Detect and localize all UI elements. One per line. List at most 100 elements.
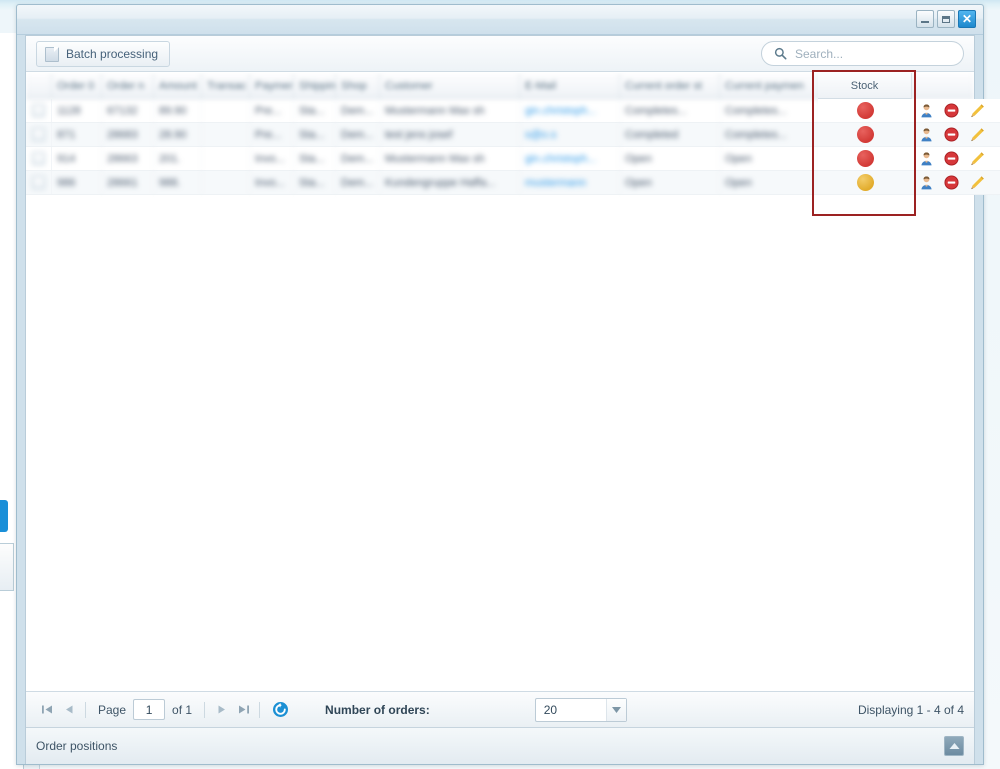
delete-icon[interactable]	[944, 150, 960, 167]
stock-red-icon	[856, 126, 874, 143]
first-page-button[interactable]	[36, 699, 58, 721]
table-cell: Open	[720, 147, 818, 170]
table-cell: Completes...	[720, 123, 818, 146]
search-icon	[774, 47, 787, 60]
order-positions-footer: Order positions	[26, 727, 974, 764]
page-label: Page	[98, 702, 127, 717]
grid-header-cell[interactable]: Shop	[336, 73, 380, 98]
checkbox-icon[interactable]	[32, 128, 45, 141]
grid-header-cell[interactable]: Order 0	[52, 73, 102, 98]
window-controls: ✕	[916, 10, 976, 28]
table-cell: 67132	[102, 99, 154, 122]
row-checkbox[interactable]	[26, 147, 52, 170]
edit-icon[interactable]	[969, 127, 985, 143]
customer-icon[interactable]	[919, 151, 935, 167]
search-box[interactable]	[761, 41, 964, 66]
table-cell: 28.90	[154, 123, 202, 146]
search-input[interactable]	[795, 46, 951, 61]
table-cell: test jens josef	[380, 123, 520, 146]
refresh-button[interactable]	[269, 699, 291, 721]
minimize-icon	[921, 21, 929, 23]
row-checkbox[interactable]	[26, 123, 52, 146]
delete-icon[interactable]	[944, 102, 960, 119]
table-cell: Pre...	[250, 123, 294, 146]
table-cell: Sta...	[294, 147, 336, 170]
grid-header-cell[interactable]	[912, 73, 974, 98]
document-icon	[45, 46, 59, 62]
first-page-icon	[41, 705, 52, 714]
table-cell: Mustermann Max sh	[380, 147, 520, 170]
previous-page-button[interactable]	[58, 699, 80, 721]
close-button[interactable]: ✕	[958, 10, 976, 28]
table-cell: Open	[720, 171, 818, 194]
table-cell: 201.	[154, 147, 202, 170]
checkbox-icon[interactable]	[32, 176, 45, 189]
grid-header-cell[interactable]: Shippin	[294, 73, 336, 98]
table-cell: Sta...	[294, 123, 336, 146]
customer-icon[interactable]	[919, 175, 935, 191]
table-cell: 28663	[102, 147, 154, 170]
next-page-icon	[218, 705, 225, 714]
batch-processing-label: Batch processing	[66, 47, 159, 61]
orders-per-page-select[interactable]: 20	[534, 697, 627, 722]
grid-header-cell[interactable]	[26, 73, 52, 98]
row-actions	[912, 147, 1000, 171]
batch-processing-button[interactable]: Batch processing	[36, 41, 171, 67]
table-cell: Pre...	[250, 99, 294, 122]
grid-header-cell[interactable]: Current order st	[620, 73, 720, 98]
table-cell: gin.christoph...	[520, 99, 620, 122]
grid-header-cell[interactable]: Paymen	[250, 73, 294, 98]
collapse-button[interactable]	[944, 736, 964, 756]
checkbox-icon[interactable]	[32, 152, 45, 165]
table-cell: Dem...	[336, 147, 380, 170]
delete-icon[interactable]	[944, 174, 960, 191]
displaying-status: Displaying 1 - 4 of 4	[857, 702, 964, 717]
row-checkbox[interactable]	[26, 171, 52, 194]
stock-red-icon	[856, 102, 874, 119]
row-actions	[912, 171, 1000, 195]
table-cell: gin.christoph...	[520, 147, 620, 170]
order-window: ✕ Batch processing Order 0Order nAmountT…	[16, 4, 1000, 765]
grid-header-cell[interactable]: Order n	[102, 73, 154, 98]
next-page-button[interactable]	[210, 699, 232, 721]
customer-icon[interactable]	[919, 103, 935, 119]
delete-icon[interactable]	[944, 126, 960, 143]
footer-title: Order positions	[36, 739, 118, 753]
table-cell	[202, 123, 250, 146]
table-cell: 988.	[154, 171, 202, 194]
stock-indicator-cell	[818, 171, 912, 195]
edit-icon[interactable]	[969, 103, 985, 119]
grid-header-cell-stock[interactable]: Stock	[818, 73, 912, 99]
table-cell: Sta...	[294, 171, 336, 194]
table-cell	[202, 147, 250, 170]
stock-amber-icon	[856, 174, 874, 191]
pager-separator-1	[85, 701, 86, 718]
grid-empty-area	[26, 195, 974, 675]
checkbox-icon[interactable]	[32, 104, 45, 117]
row-actions	[912, 123, 1000, 147]
last-page-button[interactable]	[232, 699, 254, 721]
minimize-button[interactable]	[916, 10, 934, 28]
edit-icon[interactable]	[969, 151, 985, 167]
table-cell: 871	[52, 123, 102, 146]
edit-icon[interactable]	[969, 175, 985, 191]
chevron-down-icon[interactable]	[605, 698, 626, 721]
grid-header-cell[interactable]: Customer	[380, 73, 520, 98]
background-blue-tab	[0, 500, 8, 532]
table-cell: Completed	[620, 123, 720, 146]
table-cell: 28683	[102, 123, 154, 146]
pagination-toolbar: Page of 1	[26, 691, 974, 727]
customer-icon[interactable]	[919, 127, 935, 143]
grid-header-cell[interactable]: E-Mail	[520, 73, 620, 98]
table-cell: Dem...	[336, 171, 380, 194]
table-cell	[202, 99, 250, 122]
maximize-button[interactable]	[937, 10, 955, 28]
grid-header-cell[interactable]: Current paymen	[720, 73, 818, 98]
grid-header-cell[interactable]: Amount	[154, 73, 202, 98]
table-cell: Invo...	[250, 171, 294, 194]
table-cell: Open	[620, 147, 720, 170]
grid-header-cell[interactable]: Transac	[202, 73, 250, 98]
row-actions	[912, 99, 1000, 123]
page-number-input[interactable]	[133, 699, 166, 720]
row-checkbox[interactable]	[26, 99, 52, 122]
